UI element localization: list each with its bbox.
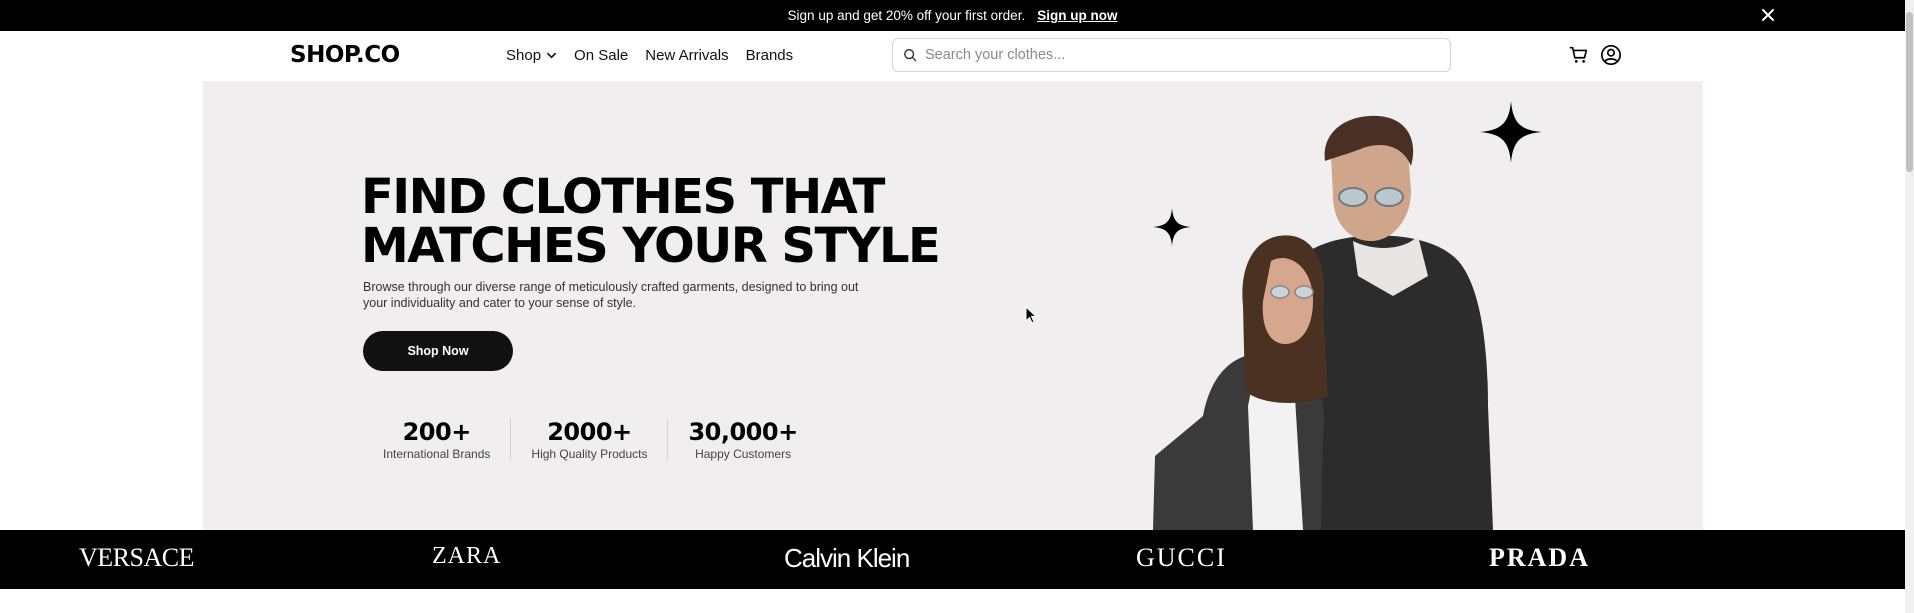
promo-bar: Sign up and get 20% off your first order…: [0, 0, 1905, 31]
brand-versace[interactable]: VERSACE: [79, 543, 194, 573]
stat-customers: 30,000+ Happy Customers: [668, 418, 817, 461]
cart-icon[interactable]: [1568, 44, 1590, 66]
nav-item-new-arrivals[interactable]: New Arrivals: [645, 47, 728, 64]
close-icon[interactable]: [1759, 6, 1777, 24]
headline-line-2: MATCHES YOUR STYLE: [361, 218, 941, 274]
search-input[interactable]: [925, 47, 1425, 63]
stat-value: 30,000+: [688, 418, 798, 446]
stat-label: International Brands: [383, 447, 491, 461]
brand-bar: VERSACE ZARA Calvin Klein GUCCI PRADA: [0, 530, 1905, 589]
stat-products: 2000+ High Quality Products: [511, 418, 669, 461]
nav-item-label: Shop: [506, 47, 542, 64]
headline-line-1: FIND CLOTHES THAT: [361, 169, 885, 225]
stat-label: High Quality Products: [531, 447, 648, 461]
scrollbar-thumb[interactable]: [1906, 12, 1913, 172]
hero-headline: FIND CLOTHES THAT MATCHES YOUR STYLE: [361, 169, 941, 274]
nav-item-brands[interactable]: Brands: [746, 47, 794, 64]
stat-value: 200+: [402, 418, 472, 446]
logo[interactable]: SHOP.CO: [290, 42, 400, 68]
brand-zara[interactable]: ZARA: [432, 543, 501, 570]
account-icon[interactable]: [1600, 44, 1622, 66]
search-icon: [904, 49, 917, 62]
hero-subtext: Browse through our diverse range of meti…: [363, 280, 859, 310]
shop-now-button[interactable]: Shop Now: [363, 331, 513, 371]
stat-label: Happy Customers: [695, 447, 792, 461]
brand-calvin-klein[interactable]: Calvin Klein: [784, 543, 910, 574]
hero-models-image: [1153, 115, 1493, 530]
nav-item-shop[interactable]: Shop: [506, 47, 557, 64]
page-scrollbar[interactable]: [1905, 0, 1914, 613]
stats-row: 200+ International Brands 2000+ High Qua…: [363, 418, 818, 461]
mouse-cursor-icon: [1025, 306, 1037, 324]
chevron-down-icon: [547, 52, 557, 59]
hero-section: FIND CLOTHES THAT MATCHES YOUR STYLE Bro…: [203, 81, 1703, 530]
nav-item-on-sale[interactable]: On Sale: [574, 47, 628, 64]
signup-link[interactable]: Sign up now: [1037, 8, 1117, 23]
search-bar[interactable]: [892, 38, 1451, 72]
nav-menu: Shop On Sale New Arrivals Brands: [506, 47, 793, 64]
main-navigation: SHOP.CO Shop On Sale New Arrivals Brands: [0, 31, 1905, 81]
stat-brands: 200+ International Brands: [363, 418, 512, 461]
promo-text: Sign up and get 20% off your first order…: [787, 8, 1026, 23]
stat-value: 2000+: [547, 418, 632, 446]
brand-prada[interactable]: PRADA: [1489, 543, 1590, 573]
brand-gucci[interactable]: GUCCI: [1136, 543, 1227, 573]
